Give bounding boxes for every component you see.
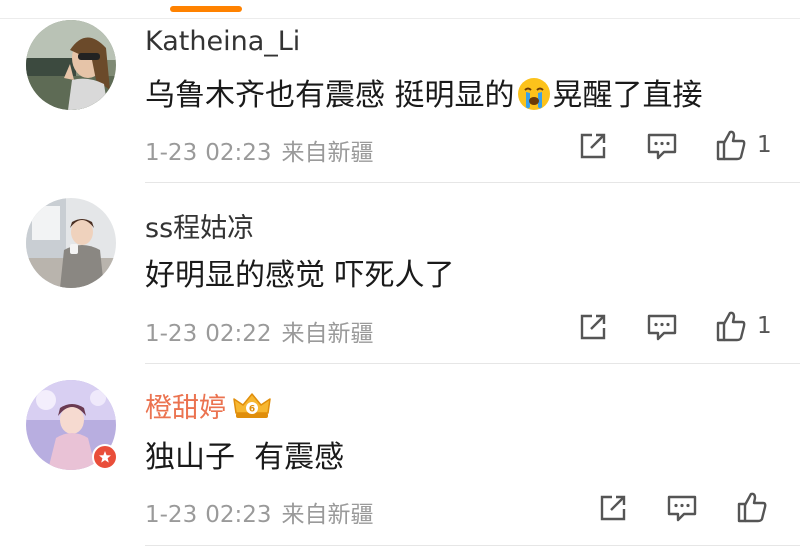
comment-source: 来自新疆 — [281, 140, 374, 166]
reply-icon — [647, 314, 677, 341]
comment-text-part: 晃醒了直接 — [552, 78, 703, 113]
like-icon — [716, 311, 746, 342]
comment-text: 独山子 有震感 — [145, 440, 345, 475]
share-button[interactable] — [578, 131, 608, 161]
svg-text:6: 6 — [249, 405, 255, 415]
avatar[interactable] — [26, 198, 116, 288]
vip-badge-icon — [92, 444, 118, 470]
like-count: 1 — [757, 132, 772, 158]
comment-time: 02:22 — [205, 321, 272, 347]
like-button[interactable] — [736, 490, 768, 524]
comment-text: 乌鲁木齐也有震感 挺明显的 晃醒了直接 — [145, 70, 703, 119]
like-icon — [737, 492, 767, 523]
comment-username-text: 橙甜婷 — [145, 393, 226, 424]
comment-username[interactable]: ss程姑凉 — [145, 206, 254, 245]
comment-date: 1-23 — [145, 321, 198, 347]
reply-icon — [667, 495, 697, 522]
reply-button[interactable] — [646, 131, 678, 161]
comment-text-part: 乌鲁木齐也有震感 挺明显的 — [145, 78, 515, 113]
like-button[interactable]: 1 — [715, 309, 772, 343]
like-count: 1 — [757, 313, 772, 339]
comment-date: 1-23 — [145, 140, 198, 166]
like-icon — [716, 130, 746, 161]
like-button[interactable]: 1 — [715, 128, 772, 162]
crying-face-icon — [517, 77, 551, 119]
share-icon — [600, 495, 626, 521]
reply-button[interactable] — [646, 312, 678, 342]
comment-divider — [145, 545, 800, 546]
share-icon — [580, 314, 606, 340]
comment-divider — [145, 363, 800, 364]
comment-username[interactable]: Katheina_Li — [145, 26, 300, 57]
share-button[interactable] — [598, 493, 628, 523]
comment-time: 02:23 — [205, 140, 272, 166]
comment-source: 来自新疆 — [281, 502, 374, 528]
comment-text: 好明显的感觉 吓死人了 — [145, 258, 455, 293]
avatar[interactable] — [26, 20, 116, 110]
comment-username[interactable]: 橙甜婷 6 — [145, 386, 272, 428]
tab-indicator — [170, 6, 242, 12]
share-icon — [580, 133, 606, 159]
crown-icon: 6 — [232, 391, 272, 428]
comment-source: 来自新疆 — [281, 321, 374, 347]
comment-meta: 1-23 02:23 来自新疆 — [145, 133, 374, 167]
reply-button[interactable] — [666, 493, 698, 523]
comment-meta: 1-23 02:22 来自新疆 — [145, 314, 374, 348]
top-divider — [0, 18, 800, 19]
comment-divider — [145, 182, 800, 183]
share-button[interactable] — [578, 312, 608, 342]
comment-date: 1-23 — [145, 502, 198, 528]
comment-time: 02:23 — [205, 502, 272, 528]
comment-meta: 1-23 02:23 来自新疆 — [145, 495, 374, 529]
reply-icon — [647, 133, 677, 160]
